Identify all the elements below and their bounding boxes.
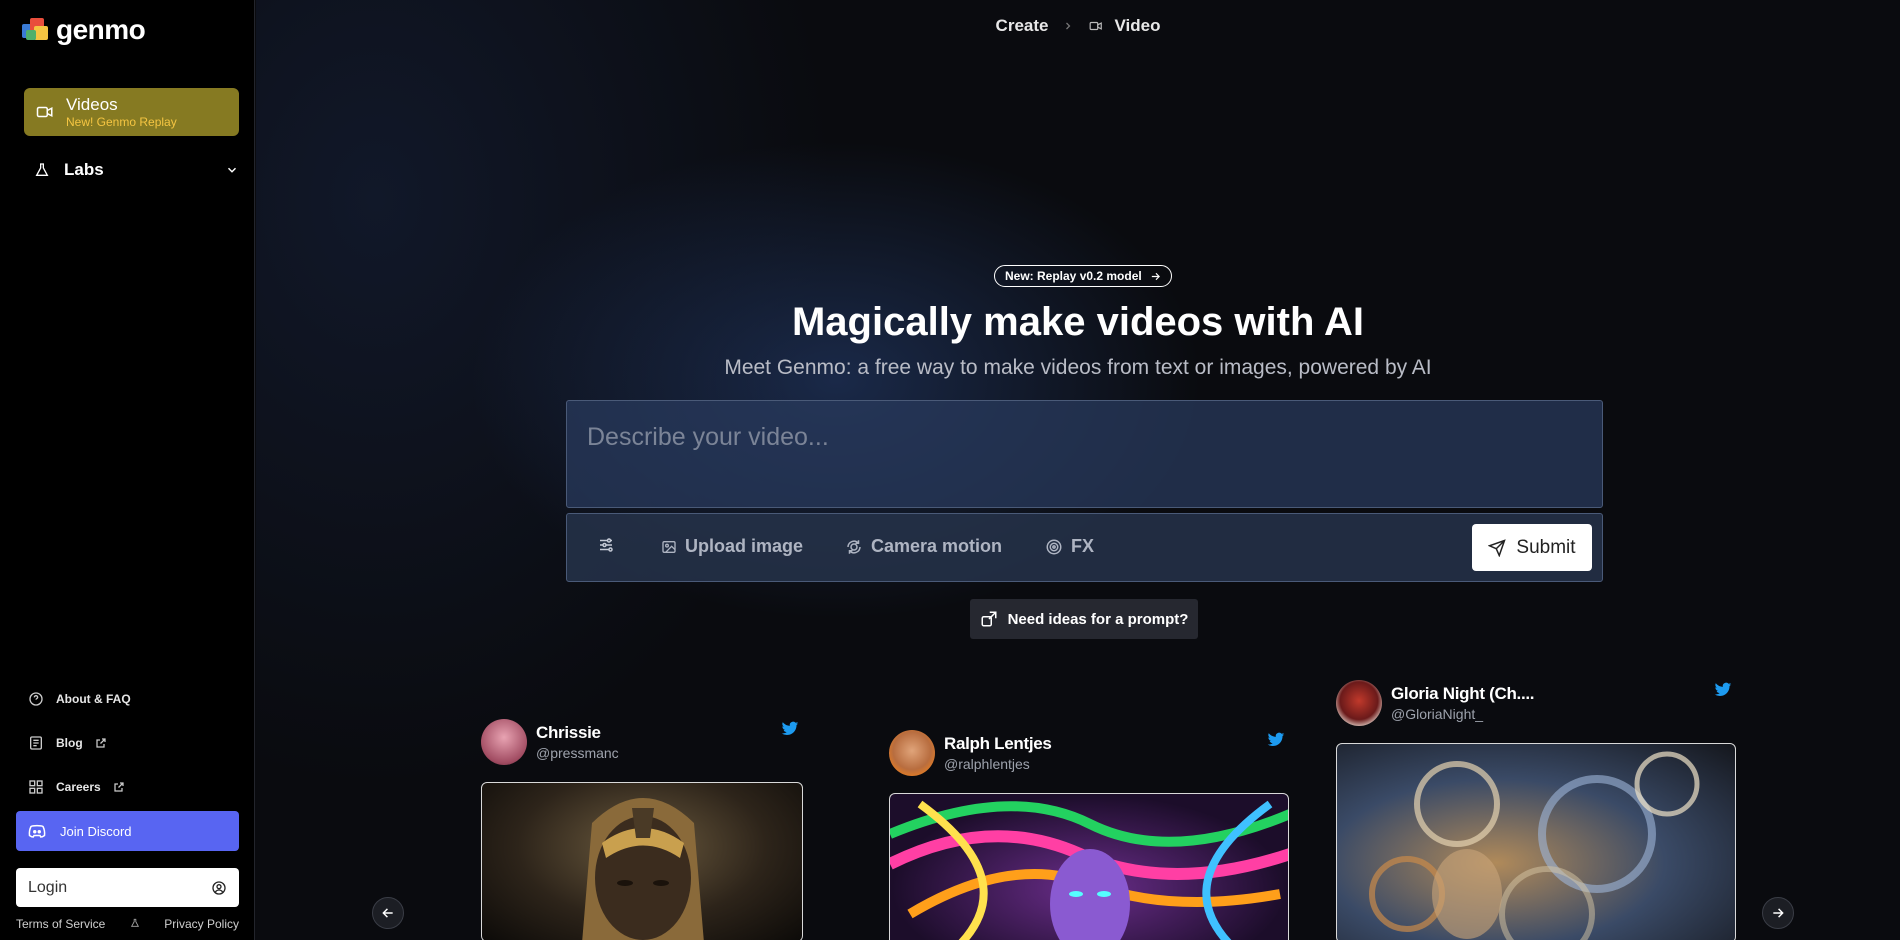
sidebar-link-label: Careers: [56, 780, 101, 794]
fx-button[interactable]: FX: [1045, 536, 1094, 557]
arrow-right-icon: [1151, 272, 1160, 280]
fx-label: FX: [1071, 536, 1095, 556]
submit-label: Submit: [1516, 536, 1576, 558]
video-thumbnail[interactable]: [889, 793, 1289, 940]
sidebar-link-blog[interactable]: Blog: [28, 735, 107, 751]
card-author-handle: @pressmanc: [536, 745, 619, 761]
card-author-handle: @GloriaNight_: [1391, 706, 1484, 722]
card-author-handle: @ralphlentjes: [944, 756, 1030, 772]
video-camera-icon: [1090, 21, 1103, 31]
prompt-ideas-button[interactable]: Need ideas for a prompt?: [970, 599, 1198, 639]
breadcrumb-video[interactable]: Video: [1088, 16, 1160, 36]
send-icon: [1488, 538, 1507, 557]
sidebar-item-videos[interactable]: Videos New! Genmo Replay: [24, 88, 239, 136]
arrow-right-icon: [1773, 908, 1784, 918]
chevron-down-icon: [227, 167, 237, 173]
twitter-icon[interactable]: [1267, 732, 1285, 748]
login-button[interactable]: Login: [16, 868, 239, 907]
idea-share-icon: [981, 611, 997, 627]
sidebar-item-label: Videos: [66, 95, 118, 114]
breadcrumb-label: Video: [1114, 16, 1161, 35]
fx-spiral-icon: [1046, 539, 1062, 554]
breadcrumb-create[interactable]: Create: [996, 16, 1049, 36]
terms-link[interactable]: Terms of Service: [16, 917, 105, 931]
carousel-next-button[interactable]: [1762, 897, 1794, 929]
new-model-pill[interactable]: New: Replay v0.2 model: [994, 265, 1172, 287]
sidebar-item-sublabel: New! Genmo Replay: [66, 115, 177, 129]
settings-button[interactable]: [597, 536, 615, 554]
sidebar-link-about[interactable]: About & FAQ: [28, 691, 131, 707]
arrow-left-icon: [382, 908, 393, 918]
upload-image-label: Upload image: [685, 536, 804, 556]
document-icon: [30, 736, 42, 750]
discord-label: Join Discord: [60, 823, 132, 839]
video-thumbnail[interactable]: [1336, 743, 1736, 940]
help-circle-icon: [29, 692, 43, 706]
sidebar-link-label: Blog: [56, 736, 83, 750]
sidebar-item-label: Labs: [64, 160, 104, 179]
sliders-icon: [600, 538, 613, 552]
avatar: [1336, 680, 1382, 726]
card-author-name: Chrissie: [536, 723, 601, 742]
flask-icon: [35, 163, 49, 176]
breadcrumb: Create Video: [256, 16, 1900, 36]
upload-image-button[interactable]: Upload image: [661, 536, 803, 557]
join-discord-button[interactable]: Join Discord: [16, 811, 239, 851]
prompt-ideas-label: Need ideas for a prompt?: [1007, 610, 1189, 628]
avatar: [481, 719, 527, 765]
avatar: [889, 730, 935, 776]
carousel-prev-button[interactable]: [372, 897, 404, 929]
genmo-logo-icon: [22, 16, 50, 44]
image-upload-icon: [662, 540, 676, 553]
sidebar-link-label: About & FAQ: [56, 692, 131, 706]
user-circle-icon: [212, 880, 226, 895]
showcase-card[interactable]: Chrissie @pressmanc: [481, 719, 803, 940]
external-link-icon: [96, 738, 106, 748]
grid-icon: [29, 780, 43, 794]
camera-motion-button[interactable]: Camera motion: [845, 536, 1002, 557]
neon-portrait-artwork: [890, 800, 1288, 940]
showcase-card[interactable]: Gloria Night (Ch.... @GloriaNight_: [1336, 680, 1736, 940]
external-link-icon: [114, 782, 124, 792]
abstract-swirl-artwork: [1369, 751, 1700, 940]
page-title: Magically make videos with AI: [791, 300, 1365, 344]
camera-motion-icon: [847, 539, 861, 554]
brand-name: genmo: [56, 14, 146, 45]
video-thumbnail[interactable]: [481, 782, 803, 940]
twitter-icon[interactable]: [1714, 682, 1732, 698]
brand-logo[interactable]: genmo: [22, 14, 146, 46]
video-camera-icon: [36, 106, 53, 118]
sidebar-item-labs[interactable]: Labs: [24, 156, 239, 184]
main-content: Create Video New: Replay v0.2 model Magi…: [256, 0, 1900, 940]
privacy-link[interactable]: Privacy Policy: [164, 917, 239, 931]
sidebar-link-careers[interactable]: Careers: [28, 779, 125, 795]
prompt-toolbar: Upload image Camera motion FX Submit: [566, 513, 1603, 582]
card-author-name: Gloria Night (Ch....: [1391, 684, 1535, 703]
flask-icon: [130, 918, 139, 927]
submit-button[interactable]: Submit: [1472, 524, 1592, 571]
twitter-icon[interactable]: [781, 721, 799, 737]
chevron-right-icon: [1066, 22, 1071, 30]
page-subtitle: Meet Genmo: a free way to make videos fr…: [724, 356, 1432, 379]
sidebar: genmo Videos New! Genmo Replay Labs Abou…: [0, 0, 255, 940]
app-root: genmo Videos New! Genmo Replay Labs Abou…: [0, 0, 1900, 940]
discord-icon: [28, 824, 46, 838]
card-author-name: Ralph Lentjes: [944, 734, 1052, 753]
pill-label: New: Replay v0.2 model: [1005, 269, 1142, 283]
prompt-input[interactable]: Describe your video...: [566, 400, 1603, 508]
showcase-card[interactable]: Ralph Lentjes @ralphlentjes: [889, 730, 1289, 940]
sidebar-footer: Terms of Service Privacy Policy: [16, 917, 239, 931]
camera-motion-label: Camera motion: [871, 536, 1003, 556]
pharaoh-artwork: [582, 798, 704, 940]
login-label: Login: [28, 878, 68, 896]
